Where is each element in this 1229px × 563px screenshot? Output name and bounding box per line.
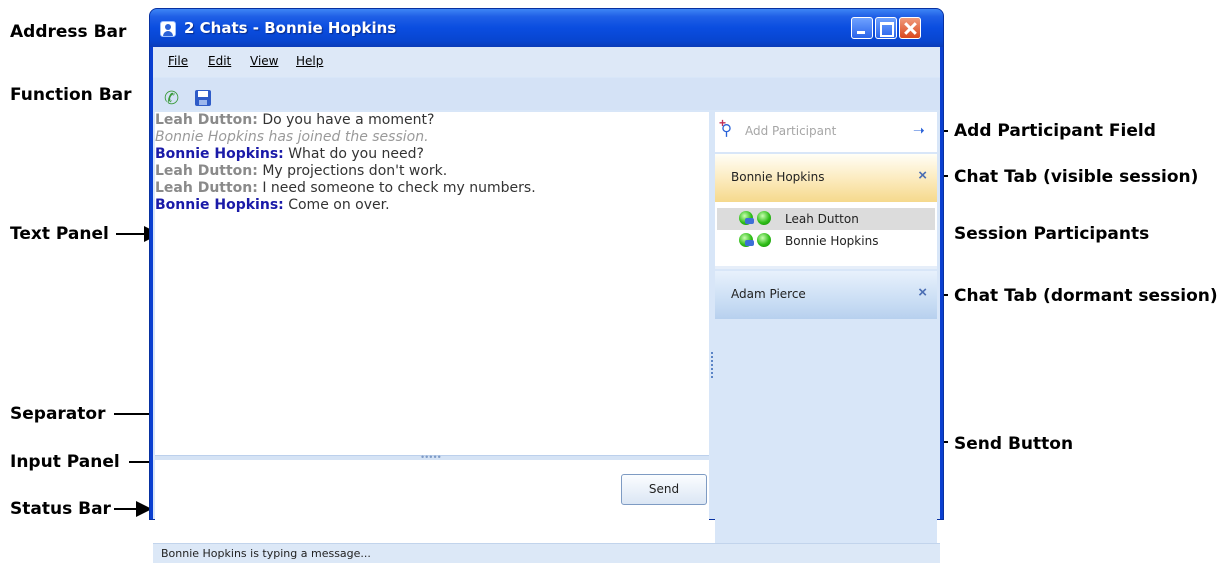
annotation-input-panel: Input Panel [10, 452, 120, 472]
annotation-status-bar: Status Bar [10, 499, 111, 519]
message-text: Bonnie Hopkins has joined the session. [155, 129, 429, 145]
add-participant-icon[interactable]: + ⚲ [719, 116, 732, 139]
session-participants: Leah Dutton Bonnie Hopkins [715, 202, 937, 269]
menu-view[interactable]: View [250, 54, 278, 68]
chat-message: Bonnie Hopkins has joined the session. [155, 129, 709, 146]
annotation-send-button: Send Button [954, 434, 1074, 454]
annotation-separator: Separator [10, 404, 106, 424]
app-user-icon [160, 21, 176, 37]
chat-window: 2 Chats - Bonnie Hopkins File Edit View … [149, 8, 944, 563]
chat-message: Bonnie Hopkins: What do you need? [155, 146, 709, 163]
phone-icon[interactable]: ✆ [164, 88, 179, 109]
chat-message: Leah Dutton: I need someone to check my … [155, 180, 709, 197]
chat-message: Leah Dutton: My projections don't work. [155, 163, 709, 180]
title-bar[interactable]: 2 Chats - Bonnie Hopkins [150, 9, 943, 47]
chat-tab-label: Adam Pierce [731, 287, 806, 301]
message-text: Come on over. [283, 197, 390, 213]
annotation-chat-tab-dormant: Chat Tab (dormant session) [954, 286, 1218, 306]
function-bar [153, 78, 940, 110]
message-speaker: Leah Dutton: [155, 112, 258, 128]
annotation-text-panel: Text Panel [10, 224, 109, 244]
online-status-icon [757, 211, 771, 225]
maximize-button[interactable] [875, 17, 897, 39]
window-client-area: File Edit View Help ✆ Leah Dutton: Do yo… [153, 47, 940, 563]
chat-tab-dormant[interactable]: Adam Pierce × [715, 271, 937, 319]
menu-help-label: Help [296, 54, 324, 68]
close-button[interactable] [899, 17, 921, 39]
chat-message: Bonnie Hopkins: Come on over. [155, 197, 709, 214]
online-status-icon [757, 233, 771, 247]
annotation-address-bar: Address Bar [10, 22, 127, 42]
message-text: Do you have a moment? [257, 112, 435, 128]
participant-name: Leah Dutton [785, 212, 859, 226]
menu-edit-label: Edit [208, 54, 232, 68]
menu-edit[interactable]: Edit [208, 54, 231, 68]
participant-name: Bonnie Hopkins [785, 234, 879, 248]
message-speaker: Bonnie Hopkins: [155, 146, 284, 162]
vertical-splitter-grip[interactable] [711, 352, 713, 378]
annotation-add-participant-field: Add Participant Field [954, 121, 1156, 141]
menu-view-label: View [250, 54, 279, 68]
save-icon[interactable] [195, 90, 211, 106]
text-panel[interactable]: Leah Dutton: Do you have a moment? Bonni… [155, 112, 709, 455]
status-bar: Bonnie Hopkins is typing a message... [153, 543, 940, 563]
menu-file[interactable]: File [168, 54, 188, 68]
menu-file-label: File [168, 54, 189, 68]
message-text: What do you need? [283, 146, 424, 162]
chat-tab-visible[interactable]: Bonnie Hopkins × [715, 154, 937, 202]
chat-tab-label: Bonnie Hopkins [731, 170, 825, 184]
menu-bar: File Edit View Help [153, 47, 940, 77]
add-participant-field[interactable]: Add Participant [745, 124, 836, 138]
annotation-chat-tab-visible: Chat Tab (visible session) [954, 167, 1199, 187]
input-panel[interactable]: Send [155, 460, 709, 543]
right-panel: + ⚲ Add Participant ➝ Bonnie Hopkins × Le… [715, 112, 937, 543]
add-participant-arrow-icon[interactable]: ➝ [913, 122, 925, 139]
video-icon [745, 240, 754, 246]
annotation-session-participants: Session Participants [954, 224, 1150, 244]
video-icon [745, 218, 754, 224]
close-tab-icon[interactable]: × [918, 167, 927, 184]
minimize-button[interactable] [851, 17, 873, 39]
participant-item[interactable]: Bonnie Hopkins [717, 230, 935, 252]
message-speaker: Bonnie Hopkins: [155, 197, 284, 213]
annotation-function-bar: Function Bar [10, 85, 132, 105]
message-text: I need someone to check my numbers. [257, 180, 536, 196]
send-button[interactable]: Send [621, 474, 707, 505]
message-text: My projections don't work. [257, 163, 448, 179]
add-participant-row: + ⚲ Add Participant ➝ [715, 112, 937, 152]
window-title: 2 Chats - Bonnie Hopkins [184, 19, 397, 37]
status-text: Bonnie Hopkins is typing a message... [161, 547, 371, 560]
menu-help[interactable]: Help [296, 54, 323, 68]
participant-item[interactable]: Leah Dutton [717, 208, 935, 230]
close-tab-icon[interactable]: × [918, 284, 927, 301]
chat-message: Leah Dutton: Do you have a moment? [155, 112, 709, 129]
message-speaker: Leah Dutton: [155, 180, 258, 196]
message-speaker: Leah Dutton: [155, 163, 258, 179]
